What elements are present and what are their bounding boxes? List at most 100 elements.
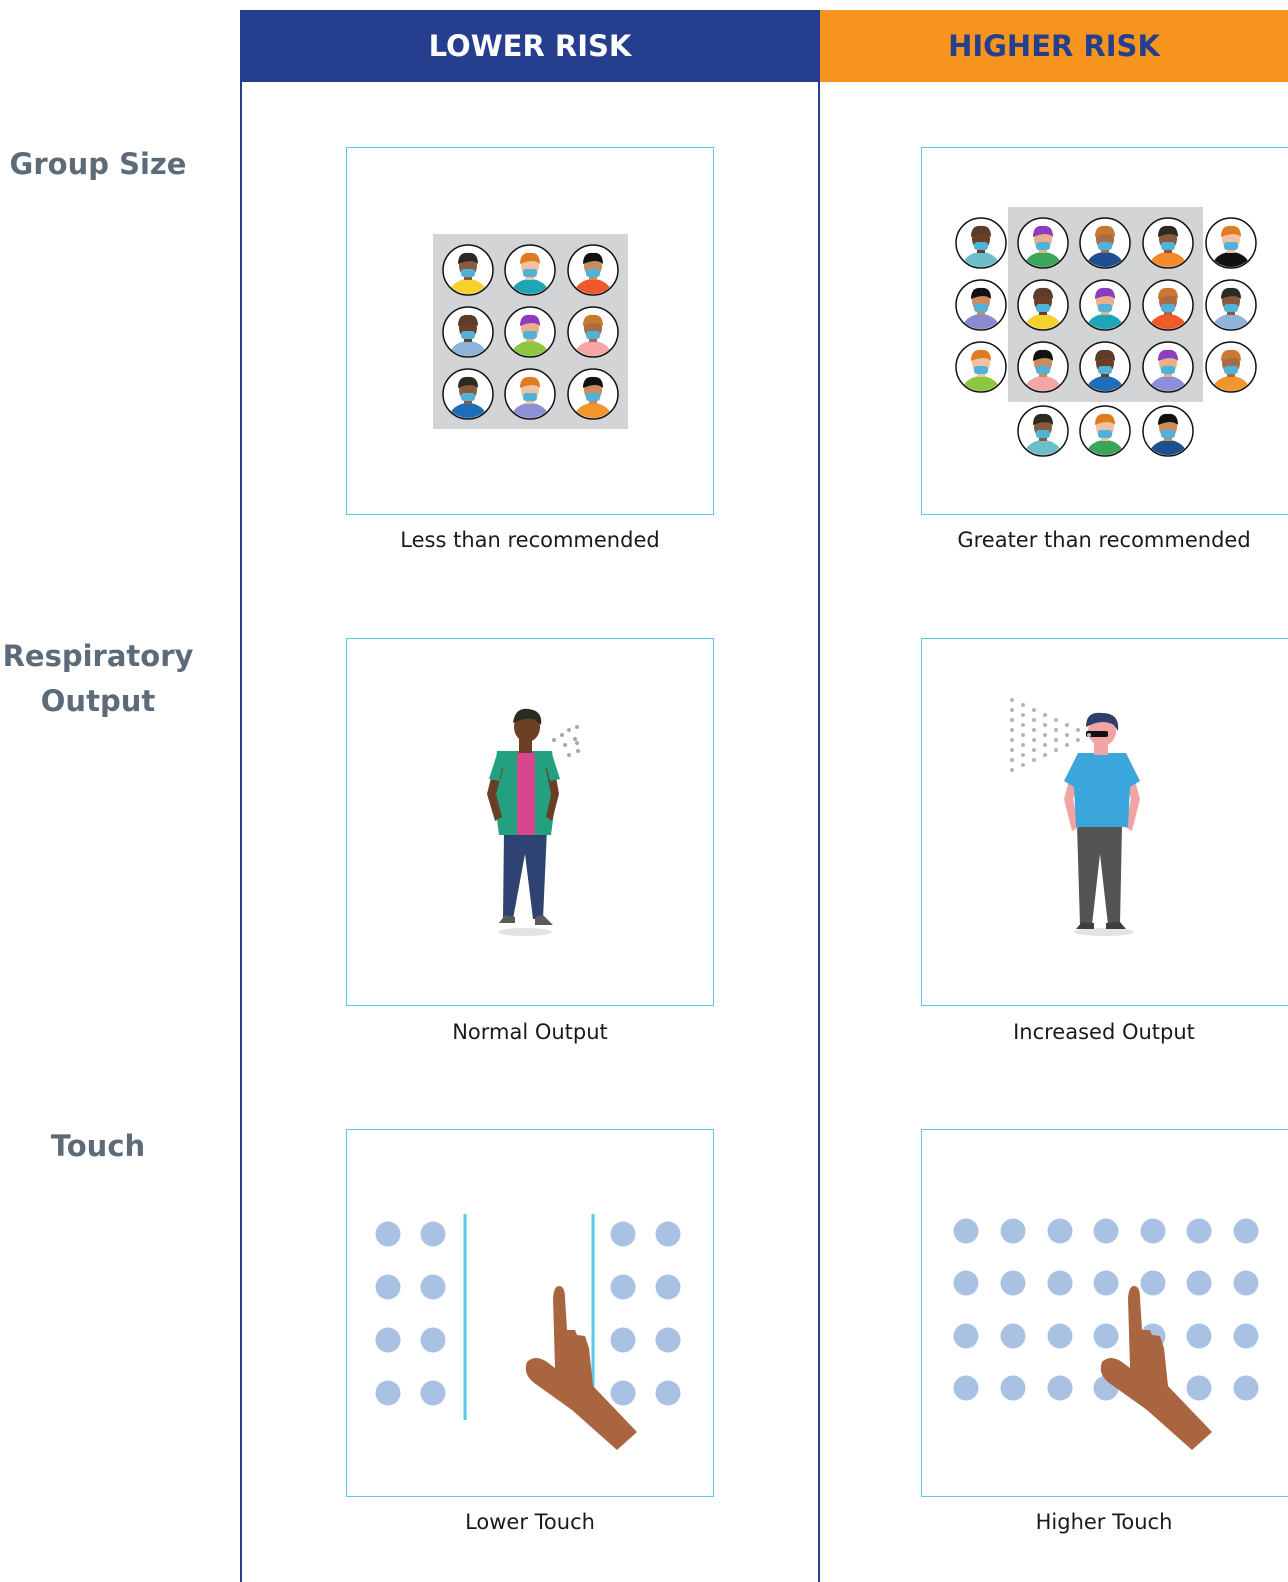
respiratory-higher-caption: Increased Output bbox=[1013, 1020, 1195, 1044]
lower-risk-header: LOWER RISK bbox=[240, 10, 820, 82]
masked-person-icon bbox=[1017, 405, 1069, 457]
droplet-icon bbox=[1021, 723, 1025, 727]
droplet-icon bbox=[1054, 718, 1058, 722]
touch-dot bbox=[1140, 1218, 1166, 1244]
touch-dot bbox=[375, 1327, 401, 1353]
masked-people-group-icon bbox=[433, 234, 628, 429]
touch-dot bbox=[1093, 1323, 1119, 1349]
touch-dot bbox=[1000, 1323, 1026, 1349]
row-label-line: Group Size bbox=[9, 147, 187, 181]
touch-dot bbox=[610, 1327, 636, 1353]
masked-person-icon bbox=[1205, 341, 1257, 393]
droplet-icon bbox=[1032, 738, 1036, 742]
touch-dot bbox=[953, 1270, 979, 1296]
droplet-icon bbox=[1032, 758, 1036, 762]
row-label-line: Touch bbox=[50, 1129, 146, 1163]
droplet-icon bbox=[1054, 748, 1058, 752]
droplet-icon bbox=[1054, 738, 1058, 742]
touch-dot bbox=[420, 1221, 446, 1247]
droplet-icon bbox=[1032, 728, 1036, 732]
touch-surface-dots-icon bbox=[375, 1214, 681, 1450]
droplet-icon bbox=[1043, 753, 1047, 757]
masked-person-icon bbox=[1205, 217, 1257, 269]
row-label-line: Respiratory bbox=[2, 639, 194, 673]
touch-dot bbox=[610, 1380, 636, 1406]
touch-dot bbox=[953, 1218, 979, 1244]
touch-lower-tile bbox=[346, 1129, 714, 1497]
masked-person-icon bbox=[1079, 405, 1131, 457]
droplet-icon bbox=[1043, 723, 1047, 727]
standing-person-icon bbox=[487, 708, 580, 936]
touch-dot bbox=[1186, 1218, 1212, 1244]
touch-dot bbox=[1233, 1270, 1259, 1296]
standing-person-icon bbox=[1010, 698, 1140, 936]
droplet-icon bbox=[1021, 713, 1025, 717]
droplet-icon bbox=[1076, 728, 1080, 732]
droplet-icon bbox=[1032, 748, 1036, 752]
touch-dot bbox=[420, 1380, 446, 1406]
touch-dot bbox=[1140, 1270, 1166, 1296]
touch-dot bbox=[1000, 1270, 1026, 1296]
touch-dot bbox=[655, 1274, 681, 1300]
row-label-line: Output bbox=[40, 684, 156, 718]
droplet-icon bbox=[1010, 748, 1014, 752]
masked-person-icon bbox=[1142, 405, 1194, 457]
droplet-icon bbox=[1021, 733, 1025, 737]
droplet-icon bbox=[1032, 718, 1036, 722]
touch-dot bbox=[1186, 1270, 1212, 1296]
row-label-respiratory-output: Respiratory Output bbox=[0, 634, 196, 724]
droplet-icon bbox=[1054, 728, 1058, 732]
masked-person-icon bbox=[955, 341, 1007, 393]
touch-higher-caption: Higher Touch bbox=[1035, 1510, 1173, 1534]
touch-dot bbox=[420, 1327, 446, 1353]
respiratory-higher-tile bbox=[921, 638, 1288, 1006]
touch-dot bbox=[1186, 1375, 1212, 1401]
droplet-icon bbox=[1065, 733, 1069, 737]
touch-dot bbox=[1093, 1218, 1119, 1244]
row-label-group-size: Group Size bbox=[0, 142, 196, 187]
droplet-icon bbox=[1021, 703, 1025, 707]
droplet-icon bbox=[1010, 758, 1014, 762]
masked-person-icon bbox=[955, 279, 1007, 331]
higher-risk-header: HIGHER RISK bbox=[820, 10, 1288, 82]
touch-dot bbox=[610, 1221, 636, 1247]
touch-dot bbox=[1233, 1375, 1259, 1401]
droplet-icon bbox=[1021, 753, 1025, 757]
touch-dot bbox=[375, 1221, 401, 1247]
droplet-icon bbox=[1043, 733, 1047, 737]
touch-dot bbox=[1000, 1375, 1026, 1401]
group-size-lower-caption: Less than recommended bbox=[400, 528, 660, 552]
droplet-icon bbox=[1021, 763, 1025, 767]
droplet-icon bbox=[1010, 728, 1014, 732]
droplet-icon bbox=[1010, 698, 1014, 702]
group-size-lower-tile bbox=[346, 147, 714, 515]
touch-dot bbox=[1047, 1270, 1073, 1296]
droplet-icon bbox=[1010, 718, 1014, 722]
touch-dot bbox=[953, 1375, 979, 1401]
droplet-icon bbox=[1087, 733, 1091, 737]
touch-higher-tile bbox=[921, 1129, 1288, 1497]
pointing-hand-icon bbox=[1100, 1286, 1212, 1450]
droplet-icon bbox=[1043, 713, 1047, 717]
touch-dot bbox=[655, 1221, 681, 1247]
touch-surface-dots-icon bbox=[953, 1218, 1259, 1450]
touch-dot bbox=[610, 1274, 636, 1300]
droplet-icon bbox=[1021, 743, 1025, 747]
touch-dot bbox=[1186, 1323, 1212, 1349]
touch-dot bbox=[1047, 1323, 1073, 1349]
touch-dot bbox=[375, 1274, 401, 1300]
respiratory-lower-tile bbox=[346, 638, 714, 1006]
touch-dot bbox=[375, 1380, 401, 1406]
touch-dot bbox=[1093, 1270, 1119, 1296]
touch-dot bbox=[1233, 1218, 1259, 1244]
touch-dot bbox=[953, 1323, 979, 1349]
droplet-icon bbox=[1010, 738, 1014, 742]
touch-dot bbox=[655, 1380, 681, 1406]
group-size-higher-caption: Greater than recommended bbox=[957, 528, 1251, 552]
droplet-icon bbox=[1076, 738, 1080, 742]
touch-dot bbox=[420, 1274, 446, 1300]
touch-dot bbox=[655, 1327, 681, 1353]
touch-dot bbox=[1047, 1375, 1073, 1401]
droplet-icon bbox=[1032, 708, 1036, 712]
droplet-icon bbox=[1065, 723, 1069, 727]
